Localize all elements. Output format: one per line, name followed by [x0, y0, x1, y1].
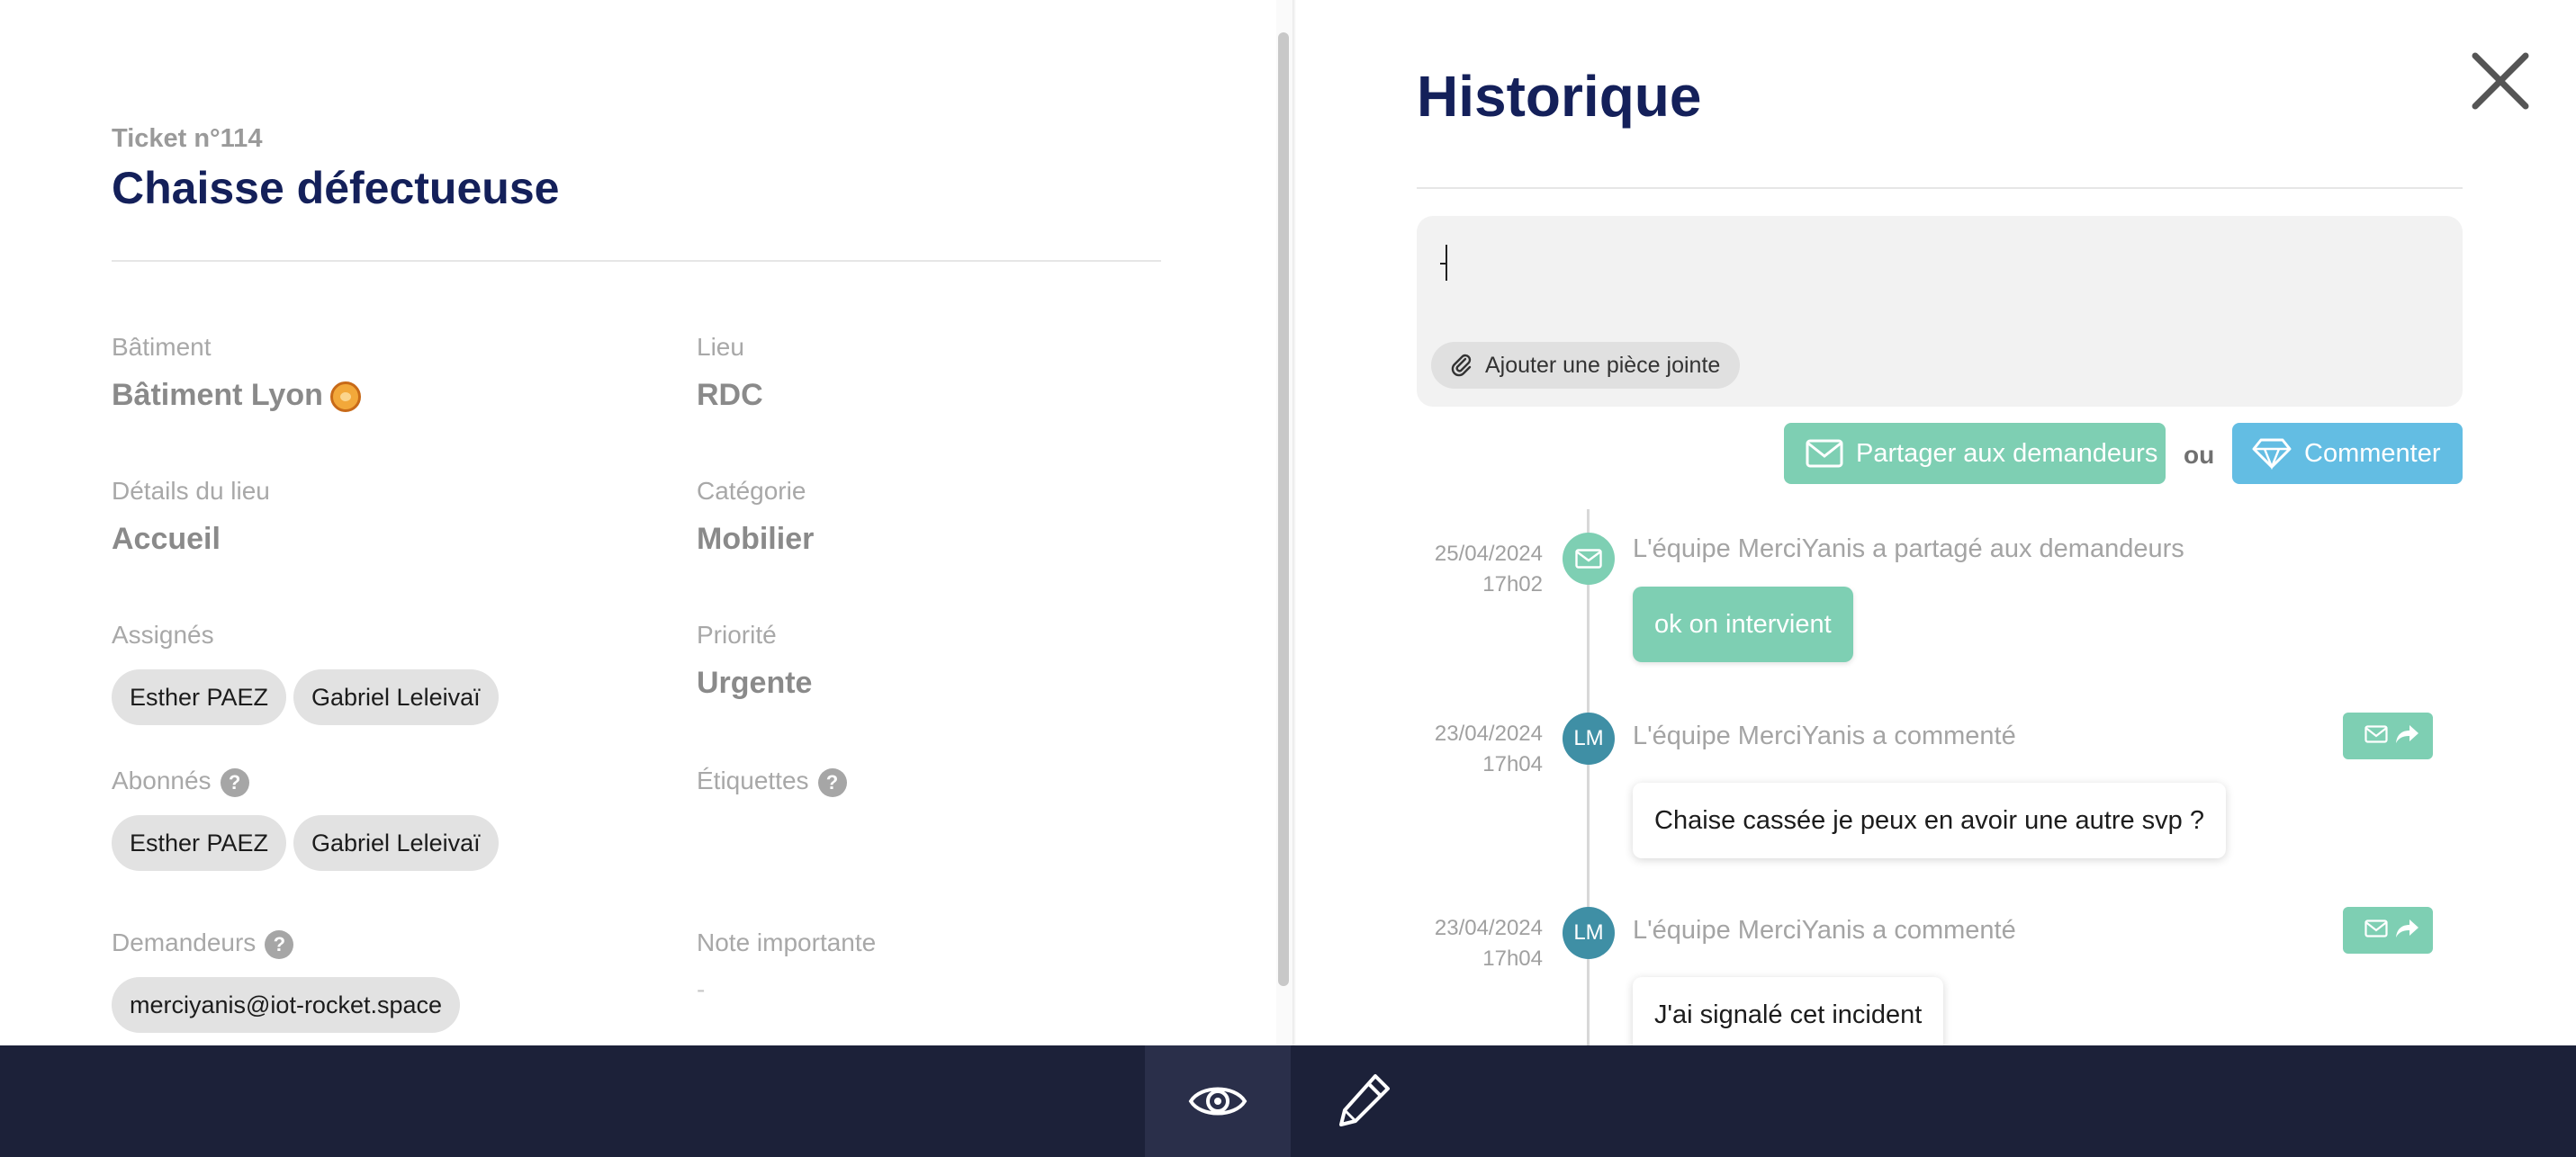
- view-mode-button[interactable]: [1145, 1045, 1291, 1157]
- comment-input[interactable]: [1442, 238, 2432, 291]
- comment-composer: Ajouter une pièce jointe: [1417, 216, 2463, 407]
- requester-chip[interactable]: merciyanis@iot-rocket.space: [112, 977, 461, 1033]
- avatar: LM: [1563, 907, 1615, 959]
- help-icon[interactable]: ?: [817, 767, 847, 797]
- envelope-icon: [1575, 549, 1602, 569]
- entry-date: 23/04/2024: [1434, 722, 1543, 746]
- paperclip-icon: [1451, 354, 1472, 377]
- tags-label-text: Étiquettes: [697, 767, 809, 794]
- share-comment-button[interactable]: [2343, 907, 2433, 954]
- category-label: Catégorie: [697, 477, 806, 505]
- share-button-label: Partager aux demandeurs: [1856, 439, 2158, 468]
- entry-time: 17h04: [1482, 946, 1543, 971]
- details-divider: [112, 260, 1161, 262]
- entry-author: L'équipe MerciYanis a partagé aux demand…: [1633, 534, 2184, 563]
- history-timeline: [1587, 509, 1590, 1045]
- ticket-title: Chaisse défectueuse: [112, 163, 560, 213]
- text-caret-mark: [1440, 263, 1447, 265]
- location-details-label: Détails du lieu: [112, 477, 270, 505]
- history-panel: Historique Ajouter une pièce jointe Part…: [1296, 0, 2576, 1045]
- important-note-value: -: [697, 975, 706, 1003]
- comment-button[interactable]: Commenter: [2232, 423, 2463, 484]
- assignee-chip[interactable]: Gabriel Leleivaï: [293, 669, 499, 725]
- diamond-icon: [2252, 438, 2292, 470]
- share-arrow-icon: [2396, 919, 2418, 937]
- ticket-number: Ticket n°114: [112, 124, 263, 153]
- entry-time: 17h04: [1482, 752, 1543, 776]
- avatar: LM: [1563, 713, 1615, 765]
- entry-message: ok on intervient: [1633, 587, 1853, 662]
- important-note-label: Note importante: [697, 928, 877, 956]
- entry-message: Chaise cassée je peux en avoir une autre…: [1633, 783, 2226, 858]
- lion-face-icon: [329, 381, 361, 413]
- ticket-details-panel: Ticket n°114 Chaisse défectueuse Bâtimen…: [0, 0, 1293, 1045]
- requesters-label-text: Demandeurs: [112, 928, 257, 956]
- entry-time: 17h02: [1482, 572, 1543, 596]
- or-separator: ou: [2184, 441, 2215, 469]
- assignees-label: Assignés: [112, 621, 214, 649]
- comment-button-label: Commenter: [2304, 439, 2441, 468]
- subscriber-chip[interactable]: Gabriel Leleivaï: [293, 815, 499, 871]
- priority-label: Priorité: [697, 621, 777, 649]
- entry-date: 25/04/2024: [1434, 542, 1543, 566]
- category-value: Mobilier: [697, 522, 815, 556]
- bottom-toolbar: [0, 1045, 2576, 1157]
- entry-author: L'équipe MerciYanis a commenté: [1633, 722, 2016, 750]
- details-scrollbar-thumb[interactable]: [1278, 32, 1289, 986]
- history-divider: [1417, 187, 2463, 189]
- subscribers-label: Abonnés?: [112, 767, 249, 797]
- entry-share-avatar: [1563, 533, 1615, 585]
- entry-date: 23/04/2024: [1434, 916, 1543, 940]
- location-value: RDC: [697, 378, 763, 412]
- entry-message: J'ai signalé cet incident: [1633, 977, 1944, 1045]
- envelope-icon: [1806, 439, 1843, 468]
- app-root: Ticket n°114 Chaisse défectueuse Bâtimen…: [0, 0, 2576, 1157]
- share-comment-button[interactable]: [2343, 713, 2433, 759]
- help-icon[interactable]: ?: [220, 767, 249, 797]
- history-title: Historique: [1417, 64, 1702, 129]
- subscriber-chip[interactable]: Esther PAEZ: [112, 815, 287, 871]
- building-label: Bâtiment: [112, 333, 212, 361]
- location-label: Lieu: [697, 333, 744, 361]
- tags-label: Étiquettes?: [697, 767, 847, 797]
- subscribers-label-text: Abonnés: [112, 767, 212, 794]
- eye-icon: [1188, 1087, 1247, 1116]
- share-with-requesters-button[interactable]: Partager aux demandeurs: [1784, 423, 2166, 484]
- help-icon[interactable]: ?: [265, 929, 294, 959]
- close-icon[interactable]: [2470, 50, 2531, 112]
- edit-mode-button[interactable]: [1291, 1045, 1437, 1157]
- add-attachment-label: Ajouter une pièce jointe: [1485, 353, 1721, 378]
- entry-author: L'équipe MerciYanis a commenté: [1633, 916, 2016, 945]
- requesters-label: Demandeurs?: [112, 928, 294, 959]
- building-value-text: Bâtiment Lyon: [112, 378, 323, 412]
- share-arrow-icon: [2396, 725, 2418, 743]
- assignee-chip[interactable]: Esther PAEZ: [112, 669, 287, 725]
- add-attachment-button[interactable]: Ajouter une pièce jointe: [1431, 342, 1741, 389]
- envelope-icon: [2364, 725, 2388, 743]
- building-value: Bâtiment Lyon: [112, 378, 361, 413]
- location-details-value: Accueil: [112, 522, 221, 556]
- pencil-icon: [1339, 1074, 1390, 1126]
- envelope-icon: [2364, 919, 2388, 937]
- priority-value: Urgente: [697, 666, 813, 700]
